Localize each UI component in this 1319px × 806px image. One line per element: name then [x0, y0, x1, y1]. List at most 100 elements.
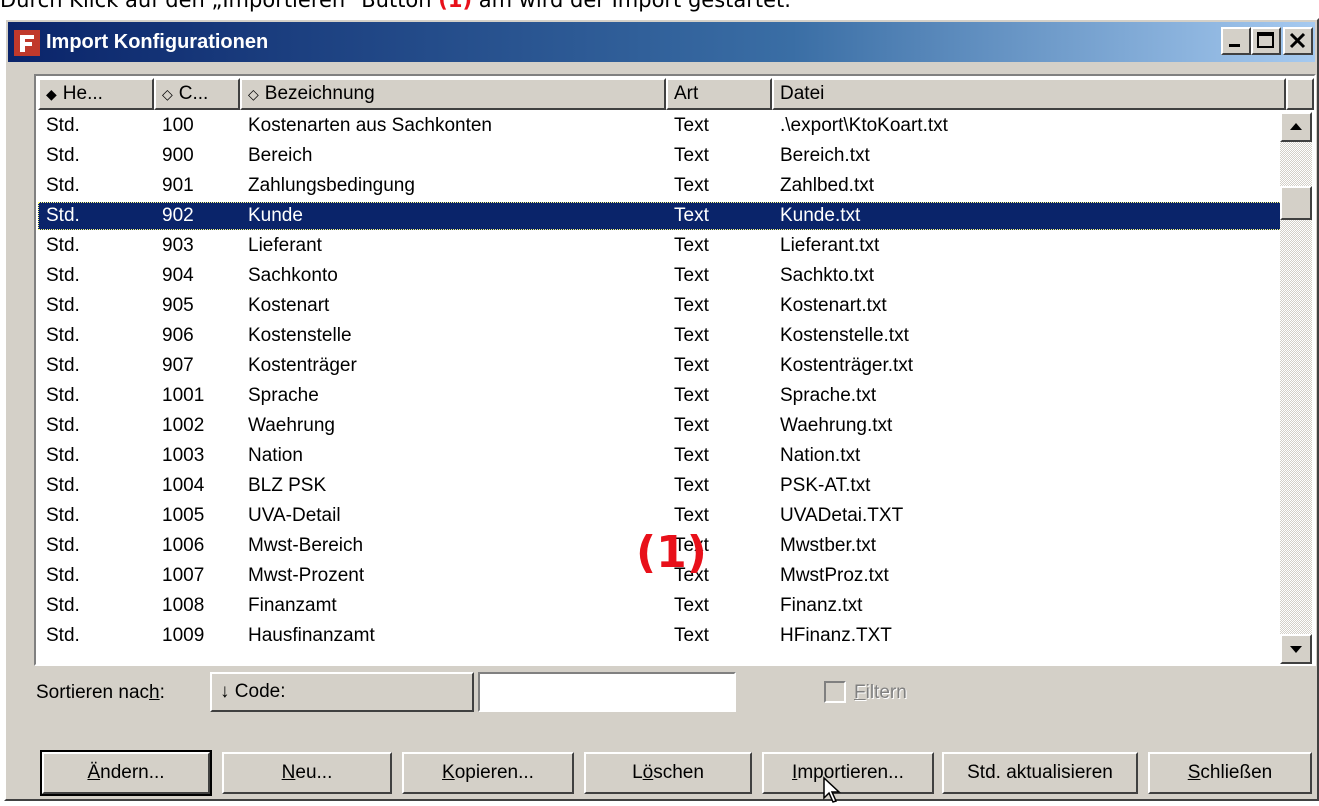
table-row[interactable]: Std. 1003 Nation Text Nation.txt: [38, 442, 1284, 470]
cell-he: Std.: [46, 385, 80, 406]
cell-code: 902: [162, 205, 194, 226]
button-label-pre: L: [632, 762, 643, 783]
cell-bezeichnung: Bereich: [248, 145, 313, 166]
table-row[interactable]: Std. 1008 Finanzamt Text Finanz.txt: [38, 592, 1284, 620]
cell-code: 907: [162, 355, 194, 376]
sort-field-button[interactable]: ↓ Code:: [210, 672, 474, 712]
sort-arrow-icon: ↓: [220, 681, 230, 702]
cell-he: Std.: [46, 565, 80, 586]
cell-datei: PSK-AT.txt: [780, 475, 871, 496]
table-row[interactable]: Std. 901 Zahlungsbedingung Text Zahlbed.txt: [38, 172, 1284, 200]
filter-checkbox[interactable]: [824, 681, 846, 703]
table-row[interactable]: Std. 906 Kostenstelle Text Kostenstelle.txt: [38, 322, 1284, 350]
button-label: chließen: [1200, 762, 1273, 783]
cell-datei: Kostenträger.txt: [780, 355, 914, 376]
cell-art: Text: [674, 295, 709, 316]
sort-label: Sortieren nach:: [36, 682, 165, 704]
cell-datei: Kostenart.txt: [780, 295, 887, 316]
button-label: eu...: [295, 762, 333, 783]
cell-art: Text: [674, 505, 709, 526]
cell-he: Std.: [46, 475, 80, 496]
cell-code: 904: [162, 265, 194, 286]
table-row[interactable]: Std. 1009 Hausfinanzamt Text HFinanz.TXT: [38, 622, 1284, 650]
std-aktualisieren-button[interactable]: Std. aktualisieren: [942, 752, 1138, 794]
table-row[interactable]: Std. 1005 UVA-Detail Text UVADetai.TXT: [38, 502, 1284, 530]
cell-art: Text: [674, 385, 709, 406]
neu-button[interactable]: Neu...: [222, 752, 392, 794]
column-header-label: He...: [62, 83, 103, 104]
sort-label-colon: :: [159, 682, 165, 703]
cell-code: 905: [162, 295, 194, 316]
scroll-down-button[interactable]: [1280, 634, 1312, 664]
minimize-icon: [1229, 44, 1240, 47]
column-header-label: Art: [674, 83, 699, 104]
cell-datei: .\export\KtoKoart.txt: [780, 115, 948, 136]
cell-bezeichnung: Finanzamt: [248, 595, 337, 616]
maximize-button[interactable]: [1251, 27, 1281, 55]
cell-bezeichnung: Zahlungsbedingung: [248, 175, 415, 196]
sort-label-accel: h: [149, 682, 160, 703]
scroll-up-button[interactable]: [1280, 112, 1312, 142]
aendern-button[interactable]: Ändern...: [40, 750, 212, 796]
button-label: Std. aktualisieren: [967, 762, 1113, 783]
cell-art: Text: [674, 265, 709, 286]
scroll-thumb[interactable]: [1280, 186, 1312, 220]
caption-text-before: Durch Klick auf den „Importieren“ Button: [0, 0, 439, 12]
filter-checkbox-label: Filtern: [854, 682, 907, 704]
kopieren-button[interactable]: Kopieren...: [402, 752, 574, 794]
cell-he: Std.: [46, 295, 80, 316]
cell-datei: Waehrung.txt: [780, 415, 893, 436]
cell-code: 1005: [162, 505, 205, 526]
cell-bezeichnung: Kunde: [248, 205, 303, 226]
table-row[interactable]: Std. 905 Kostenart Text Kostenart.txt: [38, 292, 1284, 320]
cell-art: Text: [674, 325, 709, 346]
column-header-he[interactable]: ◆ He...: [38, 78, 154, 110]
close-button[interactable]: [1283, 27, 1313, 55]
cell-code: 1003: [162, 445, 205, 466]
table-row[interactable]: Std. 902 Kunde Text Kunde.txt: [38, 202, 1284, 230]
cell-art: Text: [674, 415, 709, 436]
cell-code: 1002: [162, 415, 205, 436]
cell-bezeichnung: UVA-Detail: [248, 505, 341, 526]
minimize-button[interactable]: [1221, 27, 1251, 55]
column-header-bezeichnung[interactable]: ◇ Bezeichnung: [240, 78, 666, 110]
cell-datei: Sprache.txt: [780, 385, 877, 406]
cell-art: Text: [674, 205, 709, 226]
table-row[interactable]: Std. 904 Sachkonto Text Sachkto.txt: [38, 262, 1284, 290]
filter-label-accel: F: [854, 682, 866, 703]
column-header-code[interactable]: ◇ C...: [154, 78, 240, 110]
cell-bezeichnung: Kostenstelle: [248, 325, 352, 346]
table-row[interactable]: Std. 1001 Sprache Text Sprache.txt: [38, 382, 1284, 410]
cell-art: Text: [674, 355, 709, 376]
cell-datei: Finanz.txt: [780, 595, 863, 616]
cell-datei: Kunde.txt: [780, 205, 861, 226]
vertical-scrollbar[interactable]: [1280, 112, 1312, 664]
app-icon: [14, 30, 40, 56]
annotation-marker: (1): [636, 527, 707, 578]
table-row[interactable]: Std. 903 Lieferant Text Lieferant.txt: [38, 232, 1284, 260]
cell-he: Std.: [46, 115, 80, 136]
cell-datei: Mwstber.txt: [780, 535, 877, 556]
table-row[interactable]: Std. 1002 Waehrung Text Waehrung.txt: [38, 412, 1284, 440]
filter-input[interactable]: [478, 672, 736, 712]
column-header-spacer: [1286, 78, 1314, 110]
cell-he: Std.: [46, 145, 80, 166]
cell-datei: Zahlbed.txt: [780, 175, 874, 196]
button-label: schen: [653, 762, 704, 783]
cell-he: Std.: [46, 415, 80, 436]
title-bar[interactable]: Import Konfigurationen: [8, 22, 1315, 62]
cell-art: Text: [674, 595, 709, 616]
schliessen-button[interactable]: Schließen: [1148, 752, 1312, 794]
table-row[interactable]: Std. 1004 BLZ PSK Text PSK-AT.txt: [38, 472, 1284, 500]
cell-code: 100: [162, 115, 194, 136]
cell-bezeichnung: BLZ PSK: [248, 475, 327, 496]
cell-he: Std.: [46, 355, 80, 376]
table-row[interactable]: Std. 907 Kostenträger Text Kostenträger.txt: [38, 352, 1284, 380]
table-row[interactable]: Std. 100 Kostenarten aus Sachkonten Text .\e…: [38, 112, 1284, 140]
table-row[interactable]: Std. 900 Bereich Text Bereich.txt: [38, 142, 1284, 170]
cell-datei: Lieferant.txt: [780, 235, 880, 256]
loeschen-button[interactable]: Löschen: [584, 752, 752, 794]
cell-datei: UVADetai.TXT: [780, 505, 904, 526]
column-header-datei[interactable]: Datei: [772, 78, 1286, 110]
column-header-art[interactable]: Art: [666, 78, 772, 110]
